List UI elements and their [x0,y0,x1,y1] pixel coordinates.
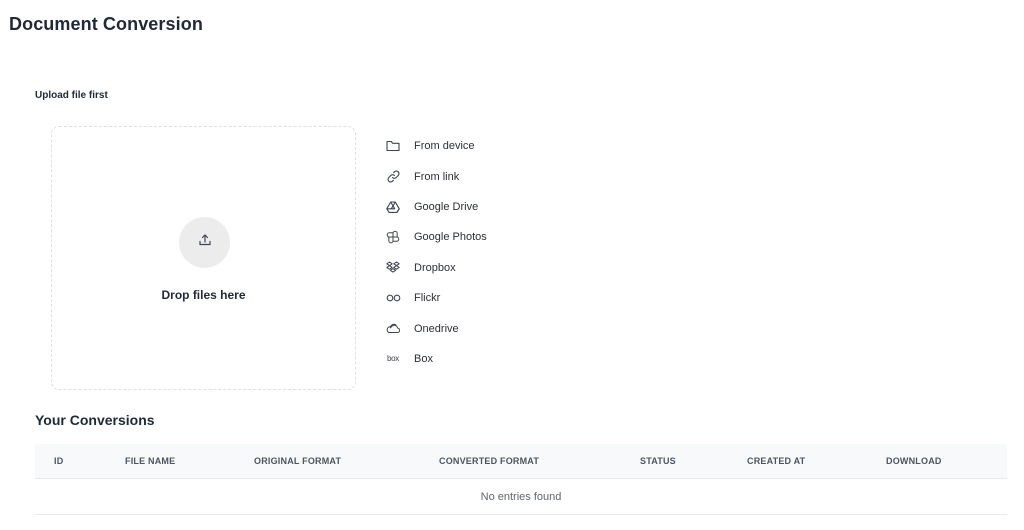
source-label: Google Drive [414,200,479,213]
source-label: Onedrive [414,322,459,335]
source-google-drive[interactable]: Google Drive [384,192,487,222]
source-onedrive[interactable]: Onedrive [384,313,487,343]
source-label: Box [414,352,433,365]
flickr-icon [384,289,402,307]
column-header-status: STATUS [640,456,676,466]
column-header-original-format: ORIGINAL FORMAT [254,456,342,466]
page-title: Document Conversion [9,14,203,34]
onedrive-icon [384,320,402,338]
column-header-download: DOWNLOAD [886,456,942,466]
source-label: Dropbox [414,261,456,274]
box-logo-text: box [387,354,399,364]
source-label: Google Photos [414,231,487,244]
column-header-file-name: FILE NAME [125,456,176,466]
google-photos-icon [384,228,402,246]
link-icon [384,168,402,186]
source-flickr[interactable]: Flickr [384,283,487,313]
page: Document Conversion Upload file first Dr… [0,0,1024,530]
upload-icon [198,233,212,252]
dropbox-icon [384,259,402,277]
box-icon: box [384,350,402,368]
source-label: From device [414,140,475,153]
empty-state-row: No entries found [35,479,1007,515]
google-drive-icon [384,198,402,216]
column-header-converted-format: CONVERTED FORMAT [439,456,540,466]
upload-source-list: From device From link Google Drive Googl… [384,131,487,374]
upload-label: Upload file first [35,90,108,101]
folder-icon [384,137,402,155]
source-from-device[interactable]: From device [384,131,487,161]
dropzone-text: Drop files here [161,288,246,302]
column-header-id: ID [54,456,64,466]
source-box[interactable]: box Box [384,344,487,374]
column-header-created-at: CREATED AT [747,456,806,466]
file-dropzone[interactable]: Drop files here [51,126,356,390]
upload-button[interactable] [179,217,230,268]
source-label: From link [414,170,460,183]
source-google-photos[interactable]: Google Photos [384,222,487,252]
source-label: Flickr [414,292,441,305]
source-dropbox[interactable]: Dropbox [384,253,487,283]
table-header: ID FILE NAME ORIGINAL FORMAT CONVERTED F… [35,444,1007,479]
conversions-title: Your Conversions [35,412,155,428]
source-from-link[interactable]: From link [384,161,487,191]
conversions-table: ID FILE NAME ORIGINAL FORMAT CONVERTED F… [35,444,1007,515]
